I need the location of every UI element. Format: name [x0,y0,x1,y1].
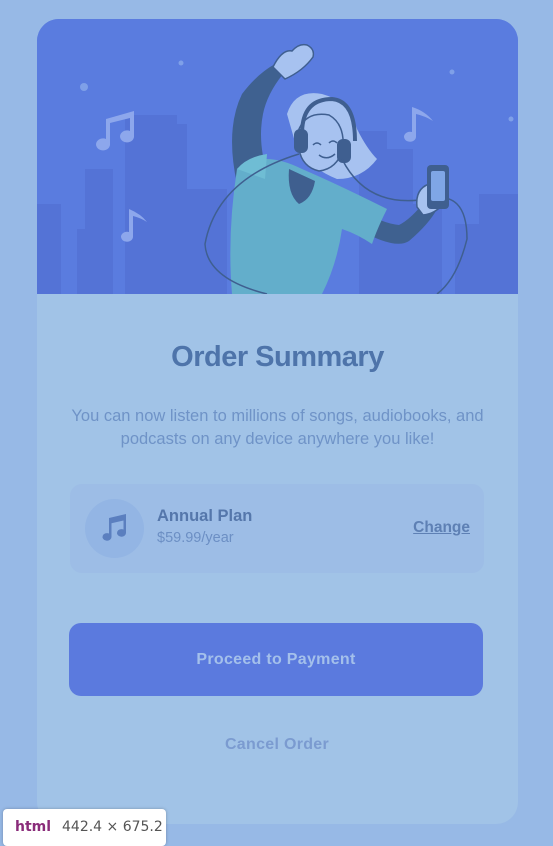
cancel-order-button[interactable]: Cancel Order [177,727,377,763]
music-listener-illustration [37,19,518,294]
page-title: Order Summary [171,341,384,373]
hero-illustration [37,19,518,294]
plan-price: $59.99/year [157,530,234,546]
devtools-tag-name: html [15,819,52,835]
order-summary-card: Order Summary You can now listen to mill… [37,19,518,824]
music-note-glyph [102,514,126,541]
change-plan-link[interactable]: Change [413,519,470,537]
devtools-element-size: 442.4 × 675.2 [62,819,163,835]
plan-name: Annual Plan [157,507,253,525]
devtools-element-tooltip: html 442.4 × 675.2 [3,809,166,846]
music-note-icon [85,499,144,558]
plan-summary: Annual Plan $59.99/year Change [70,484,484,573]
proceed-to-payment-button[interactable]: Proceed to Payment [69,623,483,696]
order-description: You can now listen to millions of songs,… [71,407,484,448]
